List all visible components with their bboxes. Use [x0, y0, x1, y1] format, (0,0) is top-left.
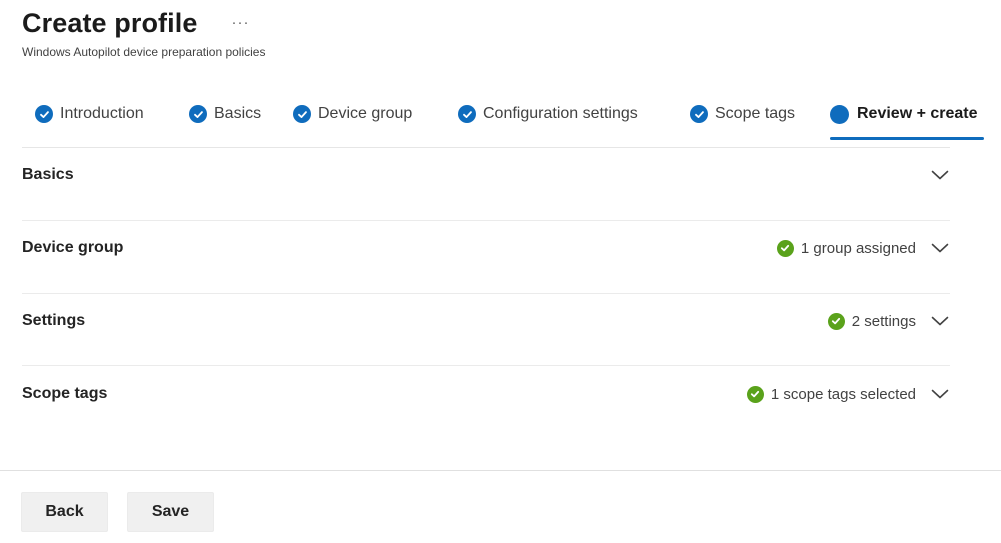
- more-options-button[interactable]: ···: [231, 14, 249, 31]
- page-subtitle: Windows Autopilot device preparation pol…: [22, 45, 266, 59]
- chevron-down-icon[interactable]: [930, 384, 950, 404]
- chevron-down-icon[interactable]: [930, 238, 950, 258]
- tab-review-create[interactable]: Review + create: [830, 99, 978, 129]
- section-title: Scope tags: [22, 385, 108, 402]
- check-circle-icon: [35, 105, 53, 123]
- chevron-down-icon[interactable]: [930, 165, 950, 185]
- section-right: 1 group assigned: [776, 238, 950, 258]
- success-check-icon: [827, 312, 845, 330]
- check-circle-icon: [458, 105, 476, 123]
- success-check-icon: [746, 385, 764, 403]
- check-circle-icon: [189, 105, 207, 123]
- page-title: Create profile: [22, 8, 198, 38]
- section-settings[interactable]: Settings 2 settings: [22, 285, 950, 357]
- section-right: 2 settings: [827, 311, 950, 331]
- tab-label: Configuration settings: [483, 105, 638, 122]
- section-scope-tags[interactable]: Scope tags 1 scope tags selected: [22, 358, 950, 430]
- tab-configuration-settings[interactable]: Configuration settings: [458, 99, 638, 129]
- check-circle-icon: [293, 105, 311, 123]
- section-right: [930, 165, 950, 185]
- tab-basics[interactable]: Basics: [189, 99, 261, 129]
- footer-divider: [0, 470, 1001, 471]
- tab-label: Device group: [318, 105, 413, 122]
- tab-scope-tags[interactable]: Scope tags: [690, 99, 795, 129]
- section-device-group[interactable]: Device group 1 group assigned: [22, 212, 950, 284]
- tab-device-group[interactable]: Device group: [293, 99, 412, 129]
- save-button[interactable]: Save: [127, 492, 214, 532]
- tab-label: Basics: [214, 105, 262, 122]
- section-title: Device group: [22, 239, 124, 256]
- chevron-down-icon[interactable]: [930, 311, 950, 331]
- section-title: Basics: [22, 166, 74, 183]
- tab-label: Review + create: [857, 105, 978, 122]
- tab-introduction[interactable]: Introduction: [35, 99, 144, 129]
- success-check-icon: [776, 239, 794, 257]
- tab-label: Scope tags: [715, 105, 796, 122]
- section-right: 1 scope tags selected: [746, 384, 950, 404]
- section-status: 1 scope tags selected: [770, 385, 916, 403]
- page-header: Create profile ··· Windows Autopilot dev…: [22, 8, 265, 59]
- section-title: Settings: [22, 312, 86, 329]
- tab-label: Introduction: [60, 105, 144, 122]
- check-circle-icon: [690, 105, 708, 123]
- title-row: Create profile ···: [22, 8, 265, 39]
- filled-circle-icon: [830, 104, 849, 124]
- back-button[interactable]: Back: [21, 492, 108, 532]
- section-status: 1 group assigned: [800, 239, 916, 257]
- wizard-tabs: Introduction Basics Device group Configu…: [22, 99, 984, 143]
- section-basics[interactable]: Basics: [22, 139, 950, 211]
- section-status: 2 settings: [851, 312, 916, 330]
